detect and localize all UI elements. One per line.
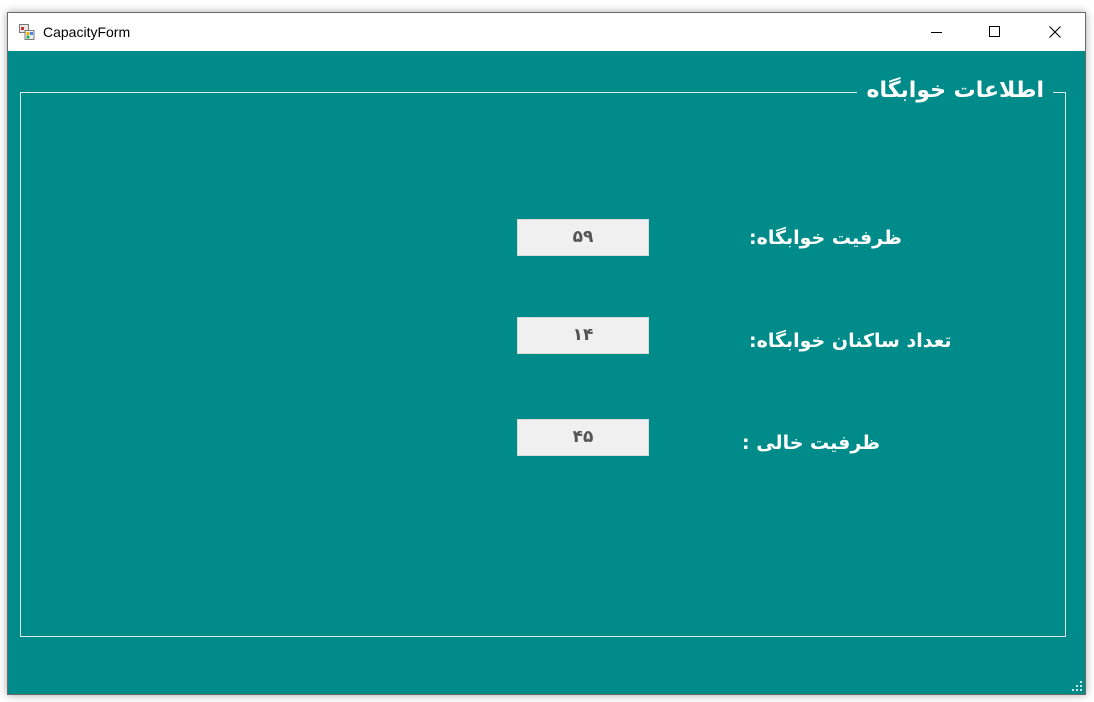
form-client-area: اطلاعات خوابگاه ظرفیت خوابگاه: ۵۹ تعداد … <box>8 51 1085 694</box>
resize-grip-icon[interactable] <box>1072 681 1082 691</box>
close-icon <box>1049 26 1061 38</box>
capacity-form-window: CapacityForm اطلاعات خوابگاه ظرفیت خوابگ… <box>7 12 1086 695</box>
dorm-info-groupbox: اطلاعات خوابگاه <box>20 74 1066 637</box>
app-icon <box>19 24 35 40</box>
groupbox-title: اطلاعات خوابگاه <box>857 74 1053 108</box>
close-button[interactable] <box>1027 13 1085 51</box>
residents-count-label: تعداد ساکنان خوابگاه: <box>749 330 952 352</box>
minimize-button[interactable] <box>909 13 967 51</box>
free-capacity-value: ۴۵ <box>517 419 649 456</box>
dorm-capacity-label: ظرفیت خوابگاه: <box>749 227 902 249</box>
dorm-capacity-value: ۵۹ <box>517 219 649 256</box>
minimize-icon <box>931 32 942 33</box>
residents-count-value: ۱۴ <box>517 317 649 354</box>
free-capacity-label: ظرفیت خالی : <box>742 432 881 454</box>
window-title: CapacityForm <box>43 24 131 40</box>
title-bar[interactable]: CapacityForm <box>8 13 1085 51</box>
maximize-icon <box>989 26 1000 37</box>
maximize-button[interactable] <box>967 13 1025 51</box>
